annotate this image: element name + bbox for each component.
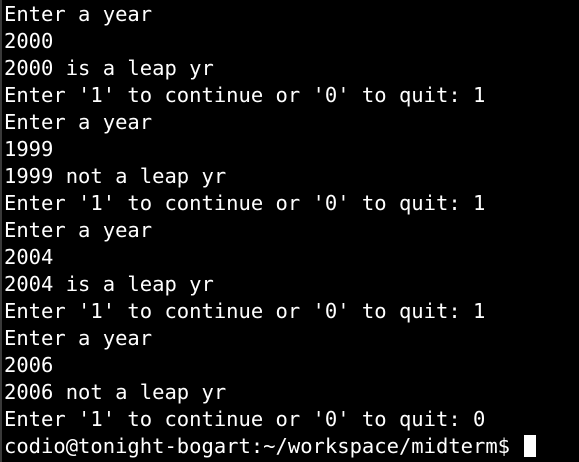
terminal-line: Enter '1' to continue or '0' to quit: 1 [4,83,486,107]
terminal-window[interactable]: Enter a year 2000 2000 is a leap yr Ente… [0,0,579,462]
shell-prompt-line[interactable]: codio@tonight-bogart:~/workspace/midterm… [4,433,579,460]
terminal-line: 2004 is a leap yr [4,272,214,296]
terminal-line: Enter '1' to continue or '0' to quit: 1 [4,299,486,323]
terminal-line: Enter '1' to continue or '0' to quit: 1 [4,191,486,215]
terminal-line: Enter a year [4,110,153,134]
terminal-line: 2000 [4,29,54,53]
terminal-line: 1999 [4,137,54,161]
text-cursor [524,435,537,457]
terminal-line: 2000 is a leap yr [4,56,214,80]
shell-prompt: codio@tonight-bogart:~/workspace/midterm… [4,434,523,458]
terminal-line: 2006 [4,353,54,377]
terminal-line: 1999 not a leap yr [4,164,227,188]
terminal-line: Enter a year [4,326,153,350]
terminal-line: Enter a year [4,218,153,242]
terminal-line: Enter a year [4,2,153,26]
terminal-line: 2006 not a leap yr [4,380,227,404]
terminal-line: 2004 [4,245,54,269]
terminal-line: Enter '1' to continue or '0' to quit: 0 [4,407,486,431]
